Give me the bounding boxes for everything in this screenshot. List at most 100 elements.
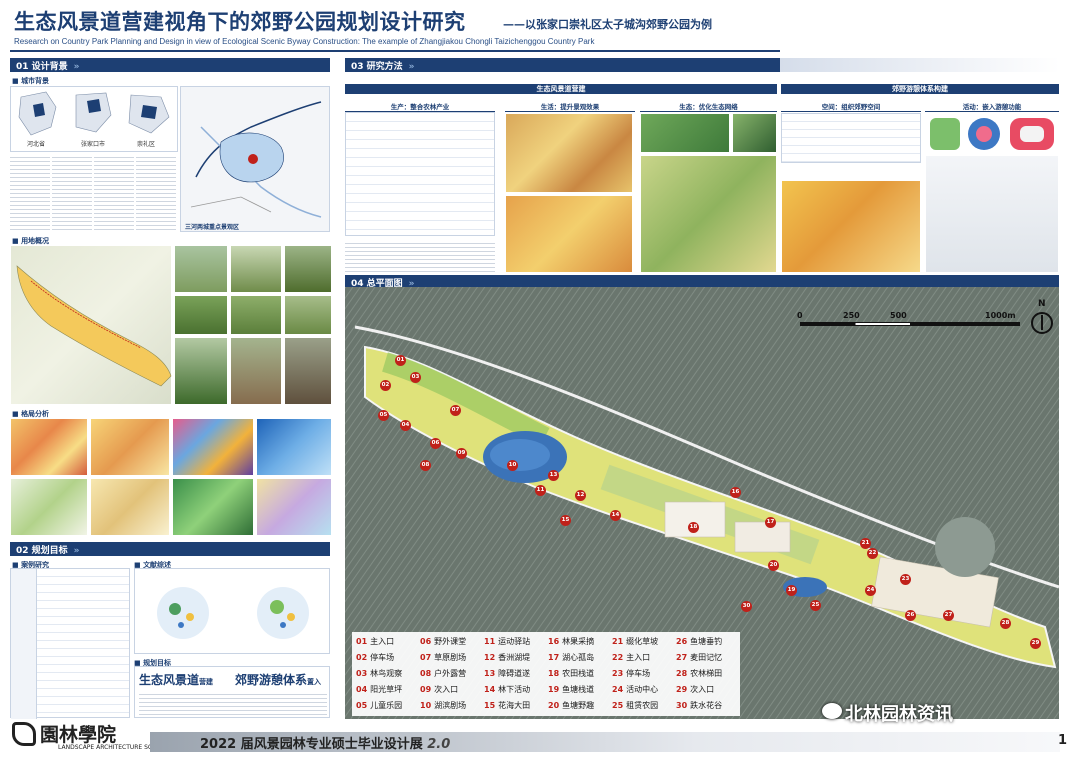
production-text [345,240,495,272]
legend-item: 05 儿童乐园 [356,700,402,711]
legend-item: 01 主入口 [356,636,394,647]
page-subtitle-en: Research on Country Park Planning and De… [14,37,595,46]
legend-label: 障碍道遂 [498,669,531,678]
plan-marker: 20 [768,560,779,571]
pattern-map-1 [10,418,88,476]
legend-label: 阳光草坪 [370,685,403,694]
legend-label: 农田栈道 [562,669,595,678]
legend-number: 12 [484,653,496,662]
legend-label: 鱼塘野趣 [562,701,595,710]
legend-label: 停车场 [626,669,651,678]
legend-item: 13 障碍道遂 [484,668,530,679]
plan-marker: 30 [741,601,752,612]
scale-bar [800,322,1020,326]
legend-item: 04 阳光草坪 [356,684,402,695]
plan-marker: 26 [905,610,916,621]
section-tab-methods: 03 研究方法» [345,58,780,72]
site-photo-2 [230,245,282,293]
legend-number: 27 [676,653,688,662]
plan-marker: 02 [380,380,391,391]
planning-goal-box: 生态风景道营建 郊野游憩体系置入 [134,666,330,718]
legend-item: 03 林鸟观察 [356,668,402,679]
site-photo-1 [174,245,228,293]
scale-1000: 1000m [985,311,1016,320]
legend-number: 02 [356,653,368,662]
legend-number: 08 [420,669,432,678]
legend-label: 租赁农园 [626,701,659,710]
plan-marker: 10 [507,460,518,471]
legend-item: 06 野外课堂 [420,636,466,647]
goal-recreation-system: 郊野游憩体系置入 [235,673,322,687]
map-label-zhangjiakou: 张家口市 [81,141,106,148]
province-maps: 河北省 张家口市 崇礼区 [10,86,178,152]
legend-item: 16 林果采摘 [548,636,594,647]
legend-number: 22 [612,653,624,662]
site-photo-8 [230,337,282,405]
legend-item: 26 鱼塘垂钓 [676,636,722,647]
legend-label: 活动中心 [626,685,659,694]
legend-item: 11 运动驿站 [484,636,530,647]
plan-marker: 25 [810,600,821,611]
pattern-map-2 [90,418,170,476]
page-subtitle-cn: ——以张家口崇礼区太子城沟郊野公园为例 [503,18,712,31]
plan-marker: 18 [688,522,699,533]
legend-number: 06 [420,637,432,646]
exhibition-badge: 2.0 [427,737,451,752]
legend-number: 07 [420,653,432,662]
plan-marker: 19 [786,585,797,596]
legend-label: 湖心孤岛 [562,653,595,662]
city-bg-header: 城市背景 [12,76,49,86]
plan-marker: 08 [420,460,431,471]
production-table [345,112,495,236]
legend-item: 21 缀化草坡 [612,636,658,647]
plan-marker: 14 [610,510,621,521]
legend-label: 野外课堂 [434,637,467,646]
plan-legend: 01 主入口 02 停车场 03 林鸟观察 04 阳光草坪 05 儿童乐园 06 野外课堂 07 草原剧场… [352,632,740,716]
region-label: 三河两城重点景观区 [185,224,240,231]
ecology-map-3 [640,155,777,273]
legend-number: 18 [548,669,560,678]
legend-number: 13 [484,669,496,678]
methods-bar-right: 郊野游憩体系构建 [781,84,1059,94]
space-map [781,180,921,273]
map-label-chongli: 崇礼区 [137,141,156,148]
pattern-map-6 [90,478,170,536]
legend-item: 19 鱼塘栈道 [548,684,594,695]
page-number: 1 [1058,733,1068,748]
region-icon [190,101,322,218]
legend-item: 23 停车场 [612,668,650,679]
space-table [781,113,921,163]
legend-label: 香洲湖堤 [498,653,531,662]
goal-ecological-byway: 生态风景道营建 [139,673,214,687]
legend-item: 17 湖心孤岛 [548,652,594,663]
plan-marker: 03 [410,372,421,383]
legend-number: 16 [548,637,560,646]
method-sub-ecology: 生态：优化生态网络 [640,101,777,112]
legend-label: 湖滨剧场 [434,701,467,710]
bg-text-block-2 [52,154,92,232]
legend-number: 10 [420,701,432,710]
site-map [10,245,172,405]
plan-marker: 15 [560,515,571,526]
section-tab-goals: 02 规划目标» [10,542,330,556]
bg-text-block-4 [136,154,176,232]
method-sub-living: 生活：提升景观效果 [505,101,635,112]
plan-marker: 09 [456,448,467,459]
legend-item: 25 租赁农园 [612,700,658,711]
legend-label: 缀化草坡 [626,637,659,646]
scale-500: 500 [890,311,907,320]
plan-marker: 17 [765,517,776,528]
plan-marker: 04 [400,420,411,431]
legend-number: 19 [548,685,560,694]
legend-item: 07 草原剧场 [420,652,466,663]
legend-number: 04 [356,685,368,694]
legend-item: 28 农林梯田 [676,668,722,679]
legend-label: 鱼塘栈道 [562,685,595,694]
legend-item: 10 湖滨剧场 [420,700,466,711]
plan-marker: 22 [867,548,878,559]
legend-label: 次入口 [434,685,459,694]
legend-label: 跌水花谷 [690,701,723,710]
plan-marker: 11 [535,485,546,496]
goal-text [139,691,327,715]
ecology-map-1 [640,113,730,153]
